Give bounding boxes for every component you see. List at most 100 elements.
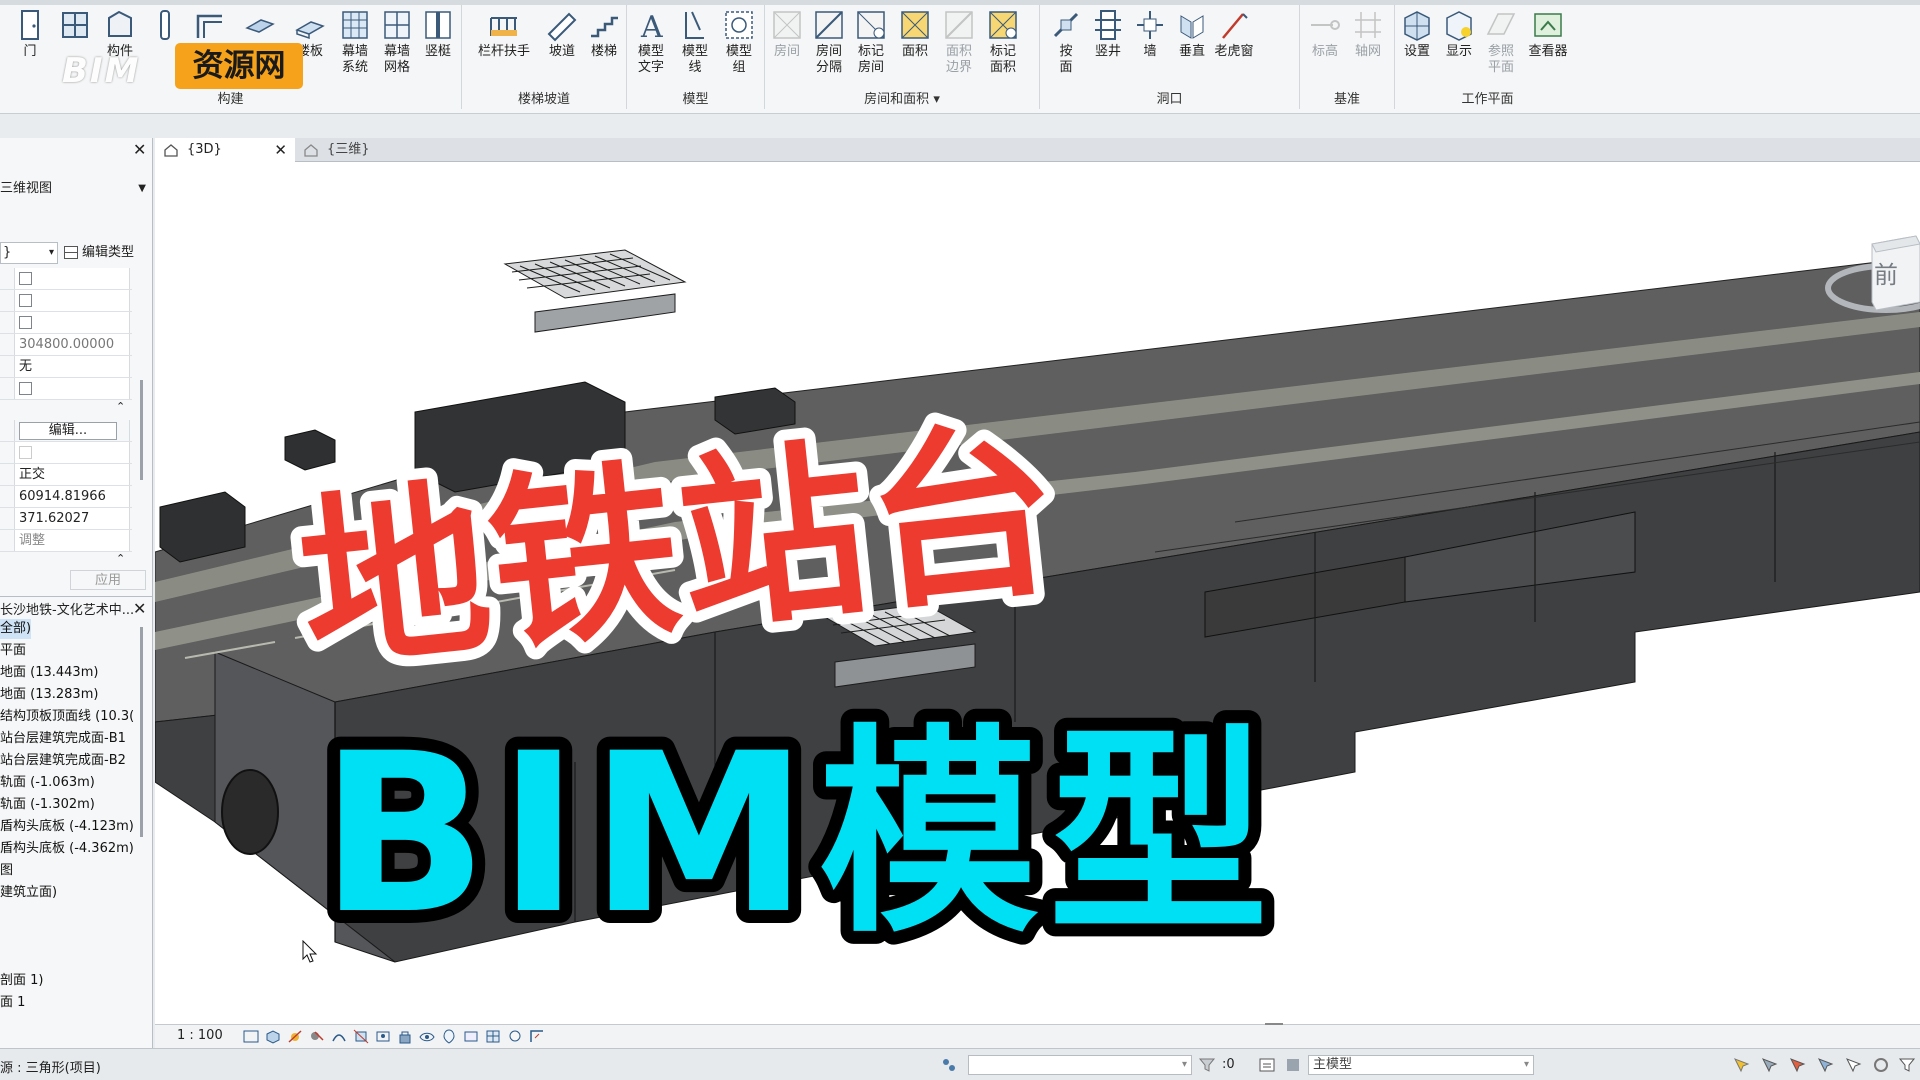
tool-room-separator[interactable]: 房间 分隔 — [809, 8, 849, 76]
tab-sanwei[interactable]: {三维} — [295, 138, 415, 162]
tree-item[interactable]: 轨面 (-1.063m) — [0, 773, 95, 793]
tool-curtain-system[interactable]: 幕墙 系统 — [335, 8, 375, 76]
show-crop-icon[interactable] — [375, 1029, 391, 1044]
tool-viewer[interactable]: 查看器 — [1523, 8, 1573, 60]
close-icon[interactable]: ✕ — [274, 138, 287, 162]
tool-model-line[interactable]: 模型 线 — [675, 8, 715, 76]
properties-scrollbar[interactable] — [140, 380, 143, 480]
select-underlay-icon[interactable] — [1760, 1056, 1778, 1074]
tool-ramp[interactable]: 坡道 — [542, 8, 582, 60]
tool-tag-room[interactable]: 标记 房间 — [851, 8, 891, 76]
checkbox[interactable] — [19, 446, 32, 459]
background-processes-icon[interactable] — [1872, 1056, 1890, 1074]
editable-only-icon[interactable] — [1258, 1056, 1276, 1074]
prop-value-b[interactable]: 371.62027 — [14, 508, 130, 529]
scale-selector[interactable]: 1 : 100 — [177, 1028, 223, 1043]
tool-model-group[interactable]: 模型 组 — [719, 8, 759, 76]
tool-grid[interactable]: 轴网 — [1348, 8, 1388, 60]
select-by-face-icon[interactable] — [1816, 1056, 1834, 1074]
tool-dormer[interactable]: 老虎窗 — [1214, 8, 1254, 60]
tree-item[interactable]: 剖面 1) — [0, 971, 43, 991]
tool-column[interactable] — [145, 8, 185, 44]
tool-shaft[interactable]: 竖井 — [1088, 8, 1128, 60]
tool-by-face[interactable]: 按 面 — [1046, 8, 1086, 76]
tool-area-boundary[interactable]: 面积 边界 — [939, 8, 979, 76]
collapse-group-icon[interactable]: ⌃ — [116, 400, 125, 413]
tool-ref-plane[interactable]: 参照 平面 — [1481, 8, 1521, 76]
tree-item[interactable]: 盾构头底板 (-4.362m) — [0, 839, 134, 859]
tool-vertical-opening[interactable]: 垂直 — [1172, 8, 1212, 60]
tool-window[interactable] — [55, 8, 95, 44]
design-option-dropdown[interactable]: 主模型 ▾ — [1308, 1055, 1534, 1075]
tool-railing[interactable]: 栏杆扶手 — [476, 8, 532, 60]
tree-item[interactable]: 地面 (13.283m) — [0, 685, 98, 705]
select-pinned-icon[interactable] — [1788, 1056, 1806, 1074]
filter-selection-icon[interactable] — [1898, 1056, 1916, 1074]
instance-filter[interactable]: } ▾ — [0, 242, 58, 264]
tool-door[interactable]: 门 — [10, 8, 50, 60]
sun-path-icon[interactable] — [287, 1029, 303, 1044]
view-cube-front-label[interactable]: 前 — [1874, 255, 1898, 290]
drag-elements-icon[interactable] — [1844, 1056, 1862, 1074]
tree-item[interactable]: 面 1 — [0, 993, 25, 1013]
tree-item[interactable]: 站台层建筑完成面-B1 — [0, 729, 126, 749]
tree-item[interactable]: 图 — [0, 861, 13, 881]
tool-ceiling[interactable] — [240, 8, 280, 44]
browser-scrollbar[interactable] — [140, 627, 143, 837]
reveal-hidden-icon[interactable] — [441, 1029, 457, 1044]
tree-item[interactable]: 地面 (13.443m) — [0, 663, 98, 683]
tree-item[interactable]: 轨面 (-1.302m) — [0, 795, 95, 815]
edit-button[interactable]: 编辑... — [19, 422, 117, 440]
tool-roof[interactable] — [190, 8, 230, 44]
viewport-3d[interactable] — [155, 162, 1920, 1024]
checkbox[interactable] — [19, 382, 32, 395]
tab-3d[interactable]: {3D} ✕ — [155, 138, 295, 162]
type-selector[interactable]: 三维视图 ▼ — [0, 174, 150, 204]
prop-value-projection[interactable]: 正交 — [14, 464, 130, 485]
constraints-icon[interactable] — [529, 1029, 545, 1044]
checkbox[interactable] — [19, 294, 32, 307]
prop-value-none[interactable]: 无 — [14, 356, 130, 377]
render-icon[interactable] — [331, 1029, 347, 1044]
workset-dropdown[interactable]: ▾ — [968, 1055, 1192, 1075]
design-options-icon[interactable] — [1284, 1056, 1302, 1074]
view-cube[interactable] — [1824, 230, 1920, 330]
prop-value-a[interactable]: 60914.81966 — [14, 486, 130, 507]
tool-stair[interactable]: 楼梯 — [584, 8, 624, 60]
shadows-icon[interactable] — [309, 1029, 325, 1044]
filter-icon[interactable] — [1198, 1056, 1216, 1074]
checkbox[interactable] — [19, 316, 32, 329]
visual-style-icon[interactable] — [265, 1029, 281, 1044]
tool-wall-opening[interactable]: 墙 — [1130, 8, 1170, 60]
tree-item[interactable]: 建筑立面) — [0, 883, 57, 903]
tool-set[interactable]: 设置 — [1397, 8, 1437, 60]
tree-item[interactable]: 结构顶板顶面线 (10.3( — [0, 707, 134, 727]
chevron-down-icon[interactable]: ▾ — [933, 92, 940, 107]
analytical-model-icon[interactable] — [507, 1029, 523, 1044]
crop-view-icon[interactable] — [353, 1029, 369, 1044]
close-icon[interactable]: ✕ — [133, 599, 146, 618]
tree-item[interactable]: 盾构头底板 (-4.123m) — [0, 817, 134, 837]
tree-item[interactable]: 站台层建筑完成面-B2 — [0, 751, 126, 771]
checkbox[interactable] — [19, 272, 32, 285]
tool-area[interactable]: 面积 — [895, 8, 935, 60]
tool-mullion[interactable]: 竖梃 — [418, 8, 458, 60]
lock-view-icon[interactable] — [397, 1029, 413, 1044]
worksharing-icon[interactable] — [485, 1029, 501, 1044]
tool-model-text[interactable]: A 模型 文字 — [631, 8, 671, 76]
prop-value-adjust[interactable]: 调整 — [14, 530, 130, 551]
collapse-group-icon[interactable]: ⌃ — [116, 552, 125, 565]
tool-show[interactable]: 显示 — [1439, 8, 1479, 60]
tool-level[interactable]: 标高 — [1305, 8, 1345, 60]
tool-room[interactable]: 房间 — [767, 8, 807, 60]
detail-level-icon[interactable] — [243, 1029, 259, 1044]
temp-hide-icon[interactable] — [419, 1029, 435, 1044]
select-links-icon[interactable] — [1732, 1056, 1750, 1074]
temporary-properties-icon[interactable] — [463, 1029, 479, 1044]
tree-item[interactable]: 全部) — [0, 619, 32, 639]
edit-type-button[interactable]: 编辑类型 — [64, 242, 150, 264]
apply-button[interactable]: 应用 — [70, 570, 146, 590]
worksets-icon[interactable] — [940, 1056, 958, 1074]
tool-tag-area[interactable]: 标记 面积 — [983, 8, 1023, 76]
tree-item[interactable]: 平面 — [0, 641, 26, 661]
